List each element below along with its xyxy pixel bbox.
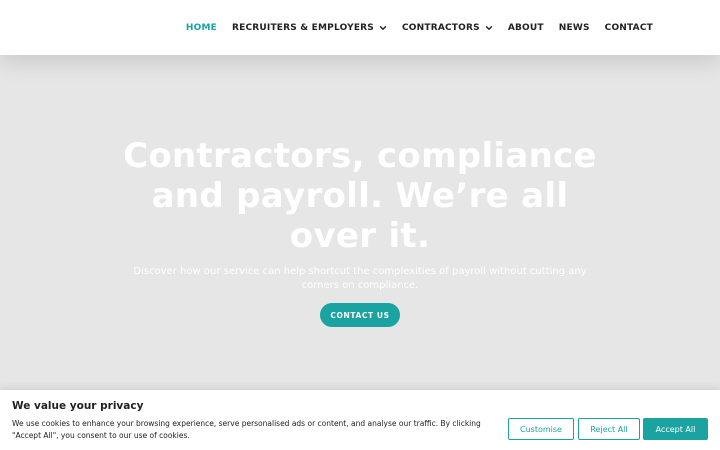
nav-item-about[interactable]: ABOUT	[508, 23, 544, 33]
nav-item-news[interactable]: NEWS	[559, 23, 590, 33]
site-header: HOME RECRUITERS & EMPLOYERS CONTRACTORS …	[0, 0, 720, 55]
nav-item-label: RECRUITERS & EMPLOYERS	[231, 22, 374, 33]
nav-item-label: HOME	[185, 22, 217, 33]
cookie-banner-title: We value your privacy	[12, 400, 144, 412]
cookie-banner-text: We use cookies to enhance your browsing …	[12, 419, 481, 440]
hero-title: Contractors, compliance and payroll. We’…	[123, 136, 597, 256]
main-nav: HOME RECRUITERS & EMPLOYERS CONTRACTORS …	[186, 0, 653, 55]
nav-item-contact[interactable]: CONTACT	[605, 23, 653, 33]
contact-us-button[interactable]: CONTACT US	[320, 303, 400, 327]
nav-item-label: NEWS	[558, 22, 590, 33]
chevron-down-icon	[379, 24, 387, 32]
nav-item-contractors[interactable]: CONTRACTORS	[402, 23, 493, 33]
hero-subtitle: Discover how our service can help shortc…	[133, 266, 587, 291]
nav-item-label: CONTRACTORS	[401, 22, 480, 33]
nav-item-recruiters-employers[interactable]: RECRUITERS & EMPLOYERS	[232, 23, 387, 33]
accept-all-button[interactable]: Accept All	[643, 418, 708, 440]
reject-all-button[interactable]: Reject All	[578, 418, 640, 440]
nav-item-label: CONTACT	[604, 22, 653, 33]
chevron-down-icon	[485, 24, 493, 32]
nav-item-home[interactable]: HOME	[186, 23, 217, 33]
customise-button[interactable]: Customise	[508, 418, 574, 440]
nav-item-label: ABOUT	[507, 22, 544, 33]
cookie-banner: We value your privacy We use cookies to …	[0, 390, 720, 450]
